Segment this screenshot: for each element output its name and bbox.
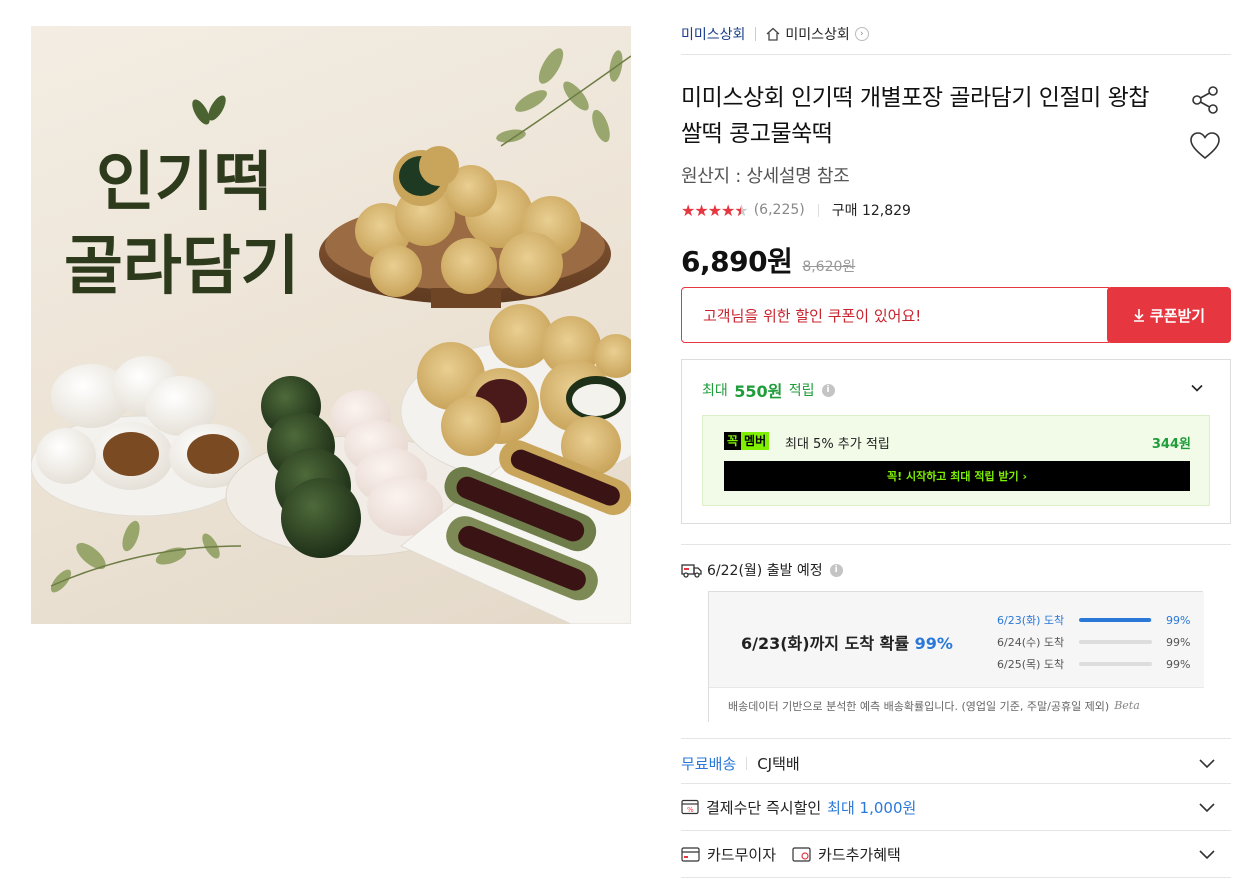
breadcrumb-seller-link[interactable]: 미미스상회 [681, 24, 745, 44]
delivery-probability-note: 배송데이터 기반으로 분석한 예측 배송확률입니다. (영업일 기준, 주말/공… [709, 687, 1204, 723]
probability-note-text: 배송데이터 기반으로 분석한 예측 배송확률입니다. (영업일 기준, 주말/공… [728, 699, 1110, 713]
product-title: 미미스상회 인기떡 개별포장 골라담기 인절미 왕찹쌀떡 콩고물쑥떡 [681, 85, 1149, 147]
info-icon[interactable]: i [829, 563, 843, 577]
coupon-button-label: 쿠폰받기 [1149, 306, 1206, 325]
chevron-down-icon[interactable] [1198, 801, 1216, 813]
delivery-probability-rows: 6/23(화) 도착 99% 6/24(수) 도착 99% 6/25(목) 도착… [997, 609, 1190, 675]
image-headline-1: 인기떡 [96, 145, 273, 220]
card-installment-label: 카드무이자 [707, 845, 777, 864]
delivery-row[interactable]: 무료배송 CJ택배 [681, 752, 800, 774]
reward-prefix: 최대 [702, 383, 728, 399]
card-benefit-label: 카드추가혜택 [818, 845, 901, 864]
probability-row-label: 6/23(화) 도착 [997, 614, 1065, 627]
divider [681, 783, 1231, 784]
probability-bar-fill [1079, 618, 1152, 622]
chevron-down-icon[interactable] [1189, 380, 1205, 396]
probability-row-label: 6/25(목) 도착 [997, 658, 1065, 671]
image-headline-2: 골라담기 [64, 229, 300, 304]
divider [681, 738, 1231, 739]
member-benefit-box: 꼭 멤버 최대 5% 추가 적립 344원 꼭! 시작하고 최대 적립 받기 › [702, 415, 1210, 506]
probability-bar [1079, 662, 1152, 666]
card-icon [681, 846, 700, 862]
breadcrumb: 미미스상회 미미스상회 › [681, 22, 869, 46]
coupon-message: 고객님을 위한 할인 쿠폰이 있어요! [681, 287, 1109, 343]
beta-badge: Beta [1114, 699, 1140, 712]
delivery-probability-box: 6/23(화)까지 도착 확률 99% 6/23(화) 도착 99% 6/24(… [708, 591, 1204, 723]
payment-discount-row[interactable]: % 결제수단 즉시할인 최대 1,000원 [681, 796, 916, 818]
download-icon [1133, 309, 1144, 322]
payment-discount-max: 최대 1,000원 [827, 798, 917, 817]
star-rating: ★★★★★ [681, 201, 749, 220]
payment-icon: % [681, 799, 699, 815]
card-benefit-row[interactable]: 카드무이자 카드추가혜택 [681, 843, 901, 865]
divider [681, 54, 1231, 55]
rating-row: ★★★★★ (6,225) 구매 12,829 [681, 200, 911, 220]
divider [817, 203, 819, 217]
probability-bar [1079, 640, 1152, 644]
sales-count: 구매 12,829 [831, 203, 911, 219]
delivery-probability-summary: 6/23(화)까지 도착 확률 99% 6/23(화) 도착 99% 6/24(… [709, 592, 1204, 687]
svg-text:%: % [687, 806, 694, 814]
delivery-probability-pct: 99% [914, 634, 953, 653]
divider [681, 830, 1231, 831]
reward-header[interactable]: 최대 550원 적립 i [702, 378, 835, 402]
origin-text: 원산지 : 상세설명 참조 [681, 166, 850, 187]
member-benefit-text: 최대 5% 추가 적립 [785, 437, 890, 452]
breadcrumb-divider [755, 27, 757, 41]
info-icon[interactable]: i [821, 383, 835, 397]
member-join-button[interactable]: 꼭! 시작하고 최대 적립 받기 › [724, 461, 1190, 491]
probability-row: 6/25(목) 도착 99% [997, 653, 1190, 675]
member-logo-b: 멤버 [741, 432, 770, 450]
breadcrumb-shop-link[interactable]: 미미스상회 [785, 24, 849, 44]
coupon-download-button[interactable]: 쿠폰받기 [1107, 287, 1231, 343]
probability-row-value: 99% [1166, 613, 1191, 627]
shipping-departure: 6/22(월) 출발 예정 i [681, 560, 843, 580]
probability-row: 6/23(화) 도착 99% [997, 609, 1190, 631]
probability-row: 6/24(수) 도착 99% [997, 631, 1190, 653]
review-count-link[interactable]: (6,225) [754, 202, 805, 218]
free-shipping-label: 무료배송 [681, 754, 737, 773]
original-price: 8,620원 [802, 259, 856, 275]
reward-amount: 550원 [734, 382, 783, 401]
home-icon [766, 27, 780, 41]
chevron-down-icon[interactable] [1198, 757, 1216, 769]
member-logo: 꼭 멤버 [724, 432, 770, 450]
truck-icon [681, 564, 702, 578]
delivery-probability-main: 6/23(화)까지 도착 확률 99% [741, 630, 953, 654]
share-icon[interactable] [1189, 84, 1221, 116]
card-benefit-icon [792, 846, 811, 862]
member-benefit-amount: 344원 [1151, 437, 1191, 452]
payment-discount-label: 결제수단 즉시할인 [706, 798, 822, 817]
chevron-right-icon[interactable]: › [854, 27, 869, 41]
divider [681, 877, 1231, 878]
probability-row-value: 99% [1166, 635, 1191, 649]
delivery-probability-date: 6/23(화)까지 도착 확률 [741, 634, 910, 653]
carrier-label: CJ택배 [757, 754, 800, 773]
divider [746, 756, 748, 770]
probability-bar [1079, 618, 1152, 622]
member-logo-a: 꼭 [724, 432, 742, 450]
reward-suffix: 적립 [788, 383, 815, 399]
divider [681, 544, 1231, 545]
price-row: 6,890원 8,620원 [681, 240, 855, 280]
sale-price: 6,890원 [681, 245, 793, 278]
heart-icon[interactable] [1189, 131, 1221, 161]
probability-row-label: 6/24(수) 도착 [997, 636, 1065, 649]
product-main-image[interactable]: 인기떡 골라담기 [31, 26, 631, 624]
chevron-down-icon[interactable] [1198, 848, 1216, 860]
departure-text: 6/22(월) 출발 예정 [707, 563, 823, 579]
reward-section: 최대 550원 적립 i 꼭 멤버 최대 5% 추가 적립 344원 꼭! 시작… [681, 359, 1231, 524]
probability-row-value: 99% [1166, 657, 1191, 671]
